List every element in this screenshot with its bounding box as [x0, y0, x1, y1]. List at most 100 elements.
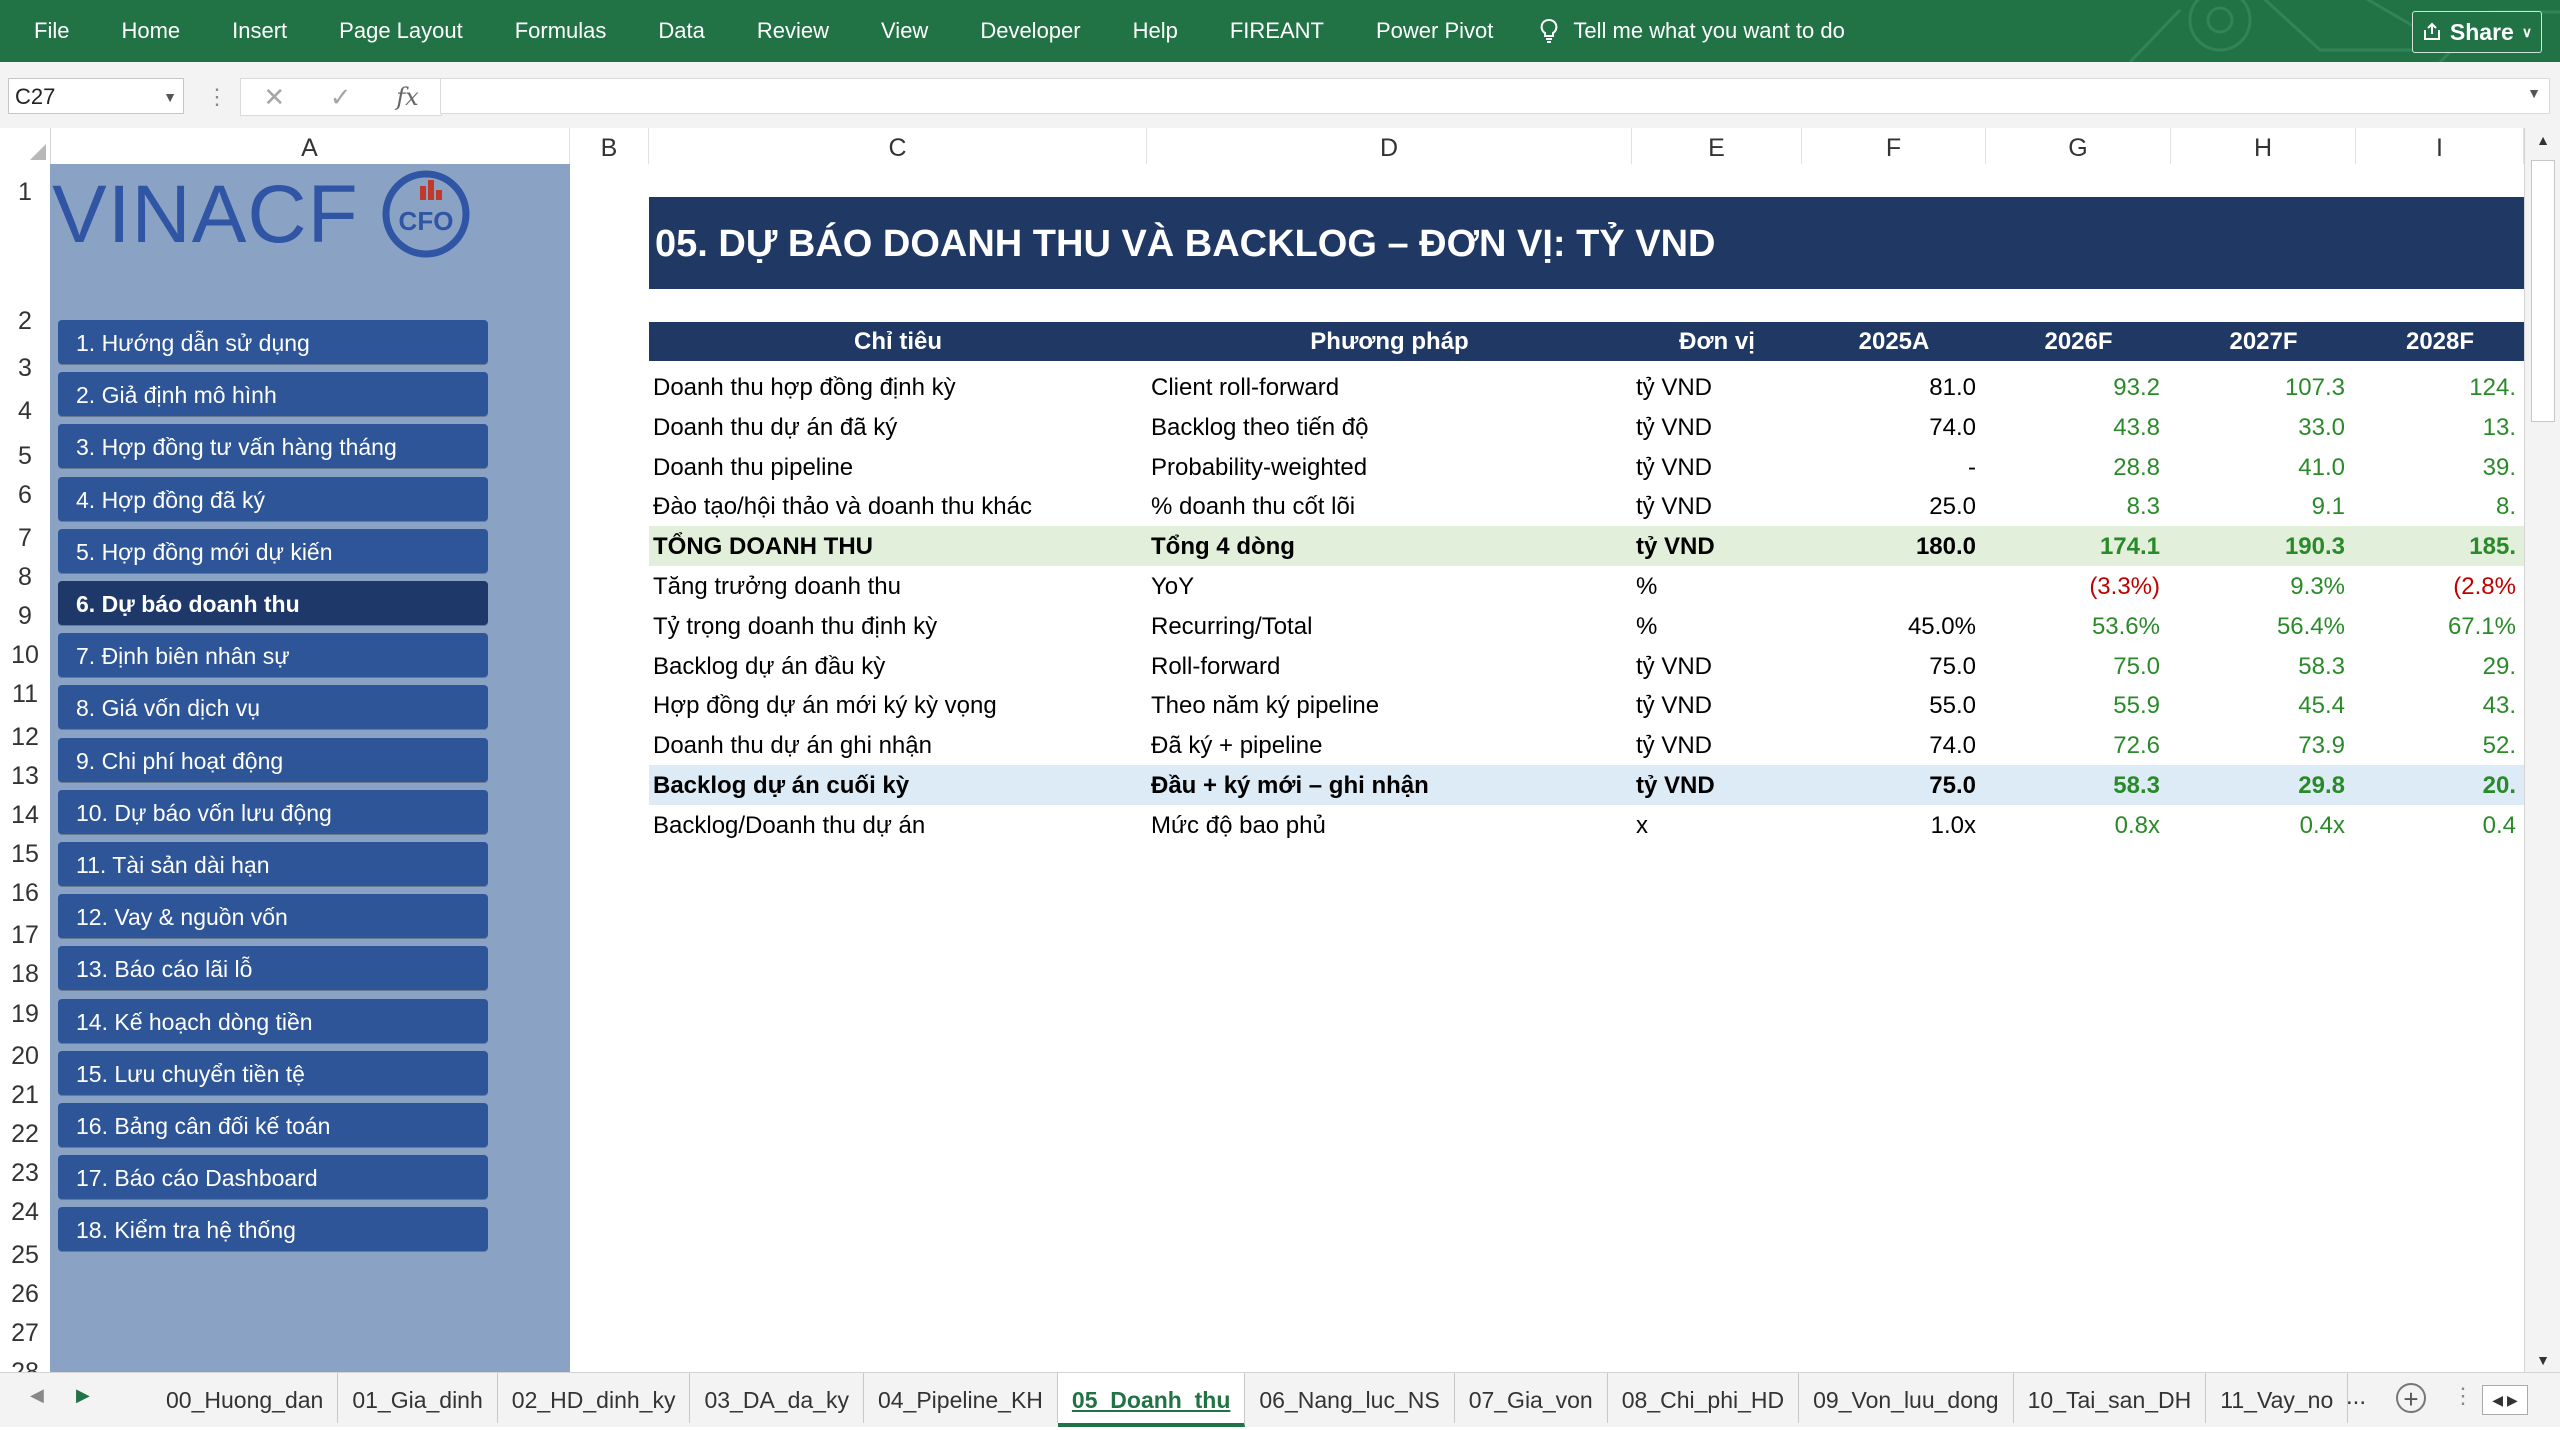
cell-label[interactable]: Backlog dự án đầu kỳ: [653, 646, 1143, 686]
cell-f2026[interactable]: 43.8: [1986, 407, 2166, 447]
row-header-4[interactable]: 4: [0, 397, 50, 426]
cell-f2027[interactable]: 107.3: [2171, 367, 2351, 407]
tab-next-icon[interactable]: ▶: [76, 1385, 90, 1406]
menu-file[interactable]: File: [0, 18, 95, 44]
cell-method[interactable]: Tổng 4 dòng: [1151, 526, 1621, 566]
cell-a2025[interactable]: 74.0: [1802, 407, 1982, 447]
cell-label[interactable]: TỔNG DOANH THU: [653, 526, 1143, 566]
tell-me-box[interactable]: Tell me what you want to do: [1519, 18, 1845, 44]
column-header-i[interactable]: I: [2356, 128, 2524, 164]
sheet-tab-11-vay-no[interactable]: 11_Vay_no: [2206, 1373, 2349, 1423]
scroll-up-icon[interactable]: ▲: [2525, 132, 2560, 148]
cancel-icon[interactable]: ✕: [263, 82, 285, 113]
cell-f2028[interactable]: 67.1%: [2356, 606, 2522, 646]
cell-f2028[interactable]: 8.: [2356, 486, 2522, 526]
cell-method[interactable]: % doanh thu cốt lõi: [1151, 486, 1621, 526]
cell-f2027[interactable]: 29.8: [2171, 765, 2351, 805]
cell-f2028[interactable]: 39.: [2356, 447, 2522, 487]
cell-unit[interactable]: tỷ VND: [1636, 685, 1796, 725]
cell-label[interactable]: Doanh thu pipeline: [653, 447, 1143, 487]
cell-f2027[interactable]: 73.9: [2171, 725, 2351, 765]
sheet-tab-05-doanh-thu[interactable]: 05_Doanh_thu: [1057, 1373, 1246, 1427]
share-button[interactable]: Share ∨: [2412, 11, 2542, 53]
menu-power-pivot[interactable]: Power Pivot: [1350, 18, 1519, 44]
cell-method[interactable]: Theo năm ký pipeline: [1151, 685, 1621, 725]
cell-f2028[interactable]: 0.4: [2356, 805, 2522, 845]
menu-review[interactable]: Review: [731, 18, 855, 44]
insert-function-icon[interactable]: fx: [396, 83, 418, 111]
row-header-7[interactable]: 7: [0, 524, 50, 553]
row-header-16[interactable]: 16: [0, 879, 50, 908]
cell-f2027[interactable]: 190.3: [2171, 526, 2351, 566]
cell-f2026[interactable]: 174.1: [1986, 526, 2166, 566]
cell-f2028[interactable]: 13.: [2356, 407, 2522, 447]
row-header-20[interactable]: 20: [0, 1042, 50, 1071]
row-header-13[interactable]: 13: [0, 762, 50, 791]
cell-f2028[interactable]: 29.: [2356, 646, 2522, 686]
row-header-10[interactable]: 10: [0, 641, 50, 670]
sheet-tab-03-da-da-ky[interactable]: 03_DA_da_ky: [690, 1373, 864, 1423]
cell-f2026[interactable]: 55.9: [1986, 685, 2166, 725]
cell-f2027[interactable]: 9.1: [2171, 486, 2351, 526]
cell-f2026[interactable]: 72.6: [1986, 725, 2166, 765]
cell-method[interactable]: Probability-weighted: [1151, 447, 1621, 487]
column-header-b[interactable]: B: [570, 128, 649, 164]
row-header-22[interactable]: 22: [0, 1120, 50, 1149]
menu-page-layout[interactable]: Page Layout: [313, 18, 489, 44]
horizontal-scroll-arrows[interactable]: ◀ ▶: [2482, 1385, 2528, 1415]
nav-button-14[interactable]: 14. Kế hoạch dòng tiền: [58, 998, 488, 1043]
cell-f2028[interactable]: (2.8%: [2356, 566, 2522, 606]
nav-button-5[interactable]: 5. Hợp đồng mới dự kiến: [58, 528, 488, 573]
cell-f2026[interactable]: 93.2: [1986, 367, 2166, 407]
cell-f2026[interactable]: 58.3: [1986, 765, 2166, 805]
sheet-tab-04-pipeline-kh[interactable]: 04_Pipeline_KH: [864, 1373, 1058, 1423]
cell-unit[interactable]: tỷ VND: [1636, 367, 1796, 407]
cell-f2028[interactable]: 185.: [2356, 526, 2522, 566]
nav-button-13[interactable]: 13. Báo cáo lãi lỗ: [58, 946, 488, 991]
scroll-down-icon[interactable]: ▼: [2525, 1352, 2560, 1368]
cell-f2026[interactable]: 8.3: [1986, 486, 2166, 526]
nav-button-16[interactable]: 16. Bảng cân đối kế toán: [58, 1103, 488, 1147]
sheet-tab-08-chi-phi-hd[interactable]: 08_Chi_phi_HD: [1608, 1373, 1800, 1423]
sheet-tab-00-huong-dan[interactable]: 00_Huong_dan: [152, 1373, 339, 1423]
sheet-tab-09-von-luu-dong[interactable]: 09_Von_luu_dong: [1799, 1373, 2014, 1423]
formula-input[interactable]: ▼: [440, 78, 2550, 114]
confirm-icon[interactable]: ✓: [330, 82, 352, 113]
cell-f2028[interactable]: 124.: [2356, 367, 2522, 407]
cell-f2027[interactable]: 41.0: [2171, 447, 2351, 487]
row-header-5[interactable]: 5: [0, 442, 50, 471]
cell-unit[interactable]: tỷ VND: [1636, 646, 1796, 686]
cell-f2027[interactable]: 0.4x: [2171, 805, 2351, 845]
menu-fireant[interactable]: FIREANT: [1204, 18, 1350, 44]
cell-label[interactable]: Doanh thu dự án ghi nhận: [653, 725, 1143, 765]
row-header-17[interactable]: 17: [0, 921, 50, 950]
cell-method[interactable]: Recurring/Total: [1151, 606, 1621, 646]
row-header-25[interactable]: 25: [0, 1241, 50, 1270]
cell-label[interactable]: Doanh thu dự án đã ký: [653, 407, 1143, 447]
cell-method[interactable]: Client roll-forward: [1151, 367, 1621, 407]
column-header-a[interactable]: A: [50, 128, 570, 164]
nav-button-11[interactable]: 11. Tài sản dài hạn: [58, 842, 488, 886]
cell-a2025[interactable]: -: [1802, 447, 1982, 487]
cell-f2026[interactable]: 53.6%: [1986, 606, 2166, 646]
column-header-c[interactable]: C: [649, 128, 1147, 164]
column-header-g[interactable]: G: [1986, 128, 2171, 164]
nav-button-7[interactable]: 7. Định biên nhân sự: [58, 633, 488, 678]
row-header-26[interactable]: 26: [0, 1280, 50, 1309]
nav-button-8[interactable]: 8. Giá vốn dịch vụ: [58, 685, 488, 730]
scroll-thumb[interactable]: [2531, 160, 2555, 422]
expand-formula-icon[interactable]: ▼: [2527, 85, 2541, 101]
cell-unit[interactable]: tỷ VND: [1636, 486, 1796, 526]
cell-unit[interactable]: x: [1636, 805, 1796, 845]
row-header-19[interactable]: 19: [0, 1000, 50, 1029]
row-header-6[interactable]: 6: [0, 481, 50, 510]
cell-label[interactable]: Tỷ trọng doanh thu định kỳ: [653, 606, 1143, 646]
row-header-14[interactable]: 14: [0, 801, 50, 830]
nav-button-15[interactable]: 15. Lưu chuyển tiền tệ: [58, 1050, 488, 1095]
cell-unit[interactable]: tỷ VND: [1636, 526, 1796, 566]
cell-label[interactable]: Đào tạo/hội thảo và doanh thu khác: [653, 486, 1143, 526]
row-header-8[interactable]: 8: [0, 563, 50, 592]
cell-method[interactable]: Backlog theo tiến độ: [1151, 407, 1621, 447]
row-header-9[interactable]: 9: [0, 602, 50, 631]
cell-f2026[interactable]: (3.3%): [1986, 566, 2166, 606]
